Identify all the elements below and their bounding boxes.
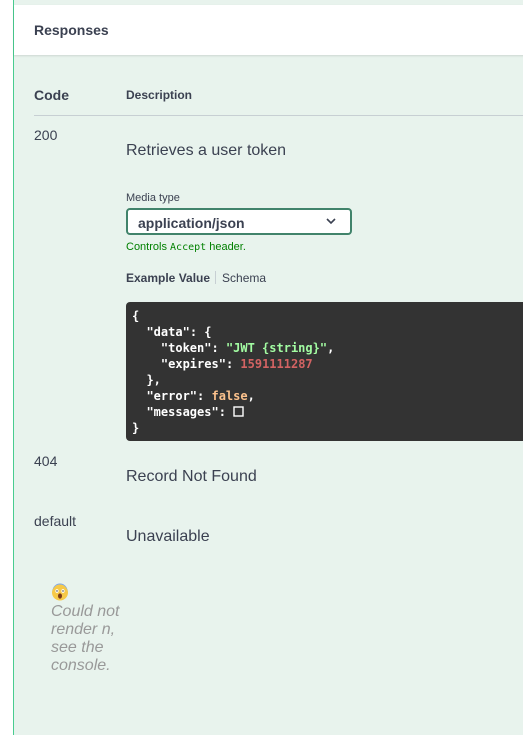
column-header-description: Description bbox=[126, 88, 193, 102]
response-description-200: Retrieves a user token bbox=[126, 142, 287, 159]
media-type-value: application/json bbox=[138, 215, 245, 231]
response-description-404: Record Not Found bbox=[126, 468, 257, 485]
media-type-label: Media type bbox=[126, 192, 180, 204]
response-code-200: 200 bbox=[34, 127, 58, 143]
tab-example-value[interactable]: Example Value bbox=[126, 271, 210, 285]
example-value-code-block[interactable]: { "data": { "token": "JWT {string}", "ex… bbox=[126, 302, 523, 441]
response-description-default: Unavailable bbox=[126, 528, 210, 545]
render-error-message: Could not render n, see the console. bbox=[51, 603, 120, 674]
response-code-404: 404 bbox=[34, 453, 58, 469]
header-divider bbox=[34, 115, 523, 116]
controls-accept-note: Controls Accept header. bbox=[126, 241, 246, 253]
column-header-code: Code bbox=[34, 87, 69, 103]
chevron-down-icon bbox=[326, 218, 336, 225]
tab-divider bbox=[215, 271, 217, 284]
media-type-select[interactable]: application/json bbox=[126, 208, 352, 235]
responses-title: Responses bbox=[34, 22, 109, 38]
response-code-default: default bbox=[34, 513, 77, 529]
empty-array-icon bbox=[233, 406, 244, 417]
example-tabs: Example Value Schema bbox=[126, 271, 266, 285]
example-json: { "data": { "token": "JWT {string}", "ex… bbox=[132, 309, 335, 435]
screaming-face-icon bbox=[52, 583, 68, 601]
tab-schema[interactable]: Schema bbox=[222, 271, 266, 285]
